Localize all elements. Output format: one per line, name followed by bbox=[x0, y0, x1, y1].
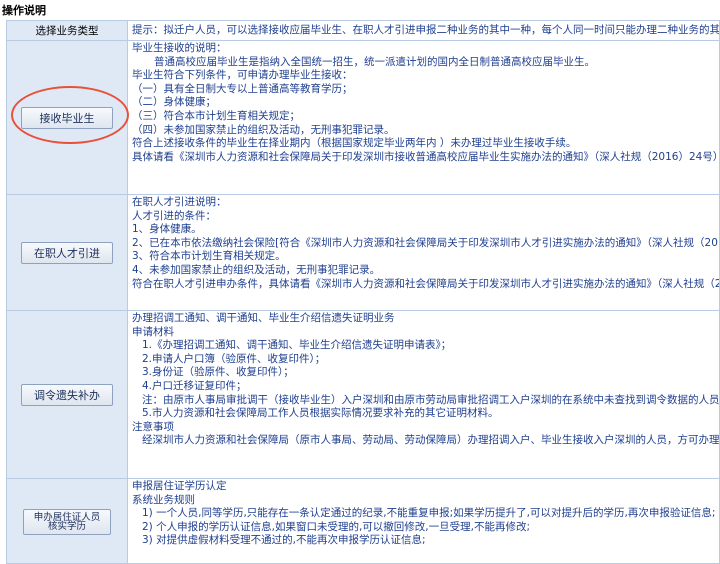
text-line: 经深圳市人力资源和社会保障局（原市人事局、劳动局、劳动保障局）办理招调入户、毕业… bbox=[142, 434, 719, 447]
text-line: 毕业生符合下列条件，可申请办理毕业生接收： bbox=[132, 69, 353, 82]
page-title: 操作说明 bbox=[2, 4, 46, 17]
section-residence-permit-text: 申报居住证学历认定 系统业务规则 1) 一个人员,同等学历,只能存在一条认定通过… bbox=[128, 479, 719, 563]
section-graduate-cell: 接收毕业生 bbox=[7, 41, 129, 194]
section-graduate: 接收毕业生 毕业生接收的说明： 普通高校应届毕业生是指纳入全国统一招生，统一派遣… bbox=[7, 41, 719, 195]
text-line: 申报居住证学历认定 bbox=[132, 480, 227, 492]
section-lost-order: 调令遗失补办 办理招调工通知、调干通知、毕业生介绍信遗失证明业务 申请材料 1.… bbox=[7, 311, 719, 479]
talent-introduction-button[interactable]: 在职人才引进 bbox=[21, 241, 113, 264]
business-type-table: 选择业务类型 提示：拟迁户人员，可以选择接收应届毕业生、在职人才引进申报二种业务… bbox=[6, 20, 720, 564]
section-residence-permit-cell: 申办居住证人员核实学历 bbox=[7, 479, 128, 563]
text-line: 符合在职人才引进申办条件，具体请看《深圳市人力资源和社会保障局关于印发深圳市人才… bbox=[132, 277, 719, 290]
text-line: 符合上述接收条件的毕业生在择业期内（根据国家规定毕业两年内 ）未办理过毕业生接收… bbox=[132, 137, 577, 150]
text-line: 2.申请人户口簿（验原件、收复印件）； bbox=[142, 352, 326, 365]
header-label: 选择业务类型 bbox=[7, 21, 128, 40]
section-talent-cell: 在职人才引进 bbox=[7, 195, 128, 310]
text-line: （三）符合本市计划生育相关规定； bbox=[132, 109, 300, 122]
text-line: 注意事项 bbox=[132, 420, 174, 433]
text-line: 1.《办理招调工通知、调干通知、毕业生介绍信遗失证明申请表》； bbox=[142, 339, 452, 352]
section-lost-order-cell: 调令遗失补办 bbox=[7, 311, 128, 478]
text-line: 2、已在本市依法缴纳社会保险[符合《深圳市人力资源和社会保障局关于印发深圳市人才… bbox=[132, 236, 719, 249]
section-talent-text: 在职人才引进说明： 人才引进的条件： 1、身体健康。 2、已在本市依法缴纳社会保… bbox=[128, 195, 719, 310]
text-line: 5.市人力资源和社会保障局工作人员根据实际情况要求补充的其它证明材料。 bbox=[142, 407, 499, 420]
text-line: 办理招调工通知、调干通知、毕业生介绍信遗失证明业务 bbox=[132, 312, 395, 324]
text-line: （四）未参加国家禁止的组织及活动，无刑事犯罪记录。 bbox=[132, 123, 395, 136]
text-line: 3、符合本市计划生育相关规定。 bbox=[132, 250, 286, 263]
text-line: 具体请看《深圳市人力资源和社会保障局关于印发深圳市接收普通高校应届毕业生实施办法… bbox=[132, 150, 719, 163]
text-line: 人才引进的条件： bbox=[132, 209, 216, 222]
text-line: （一）具有全日制大专以上普通高等教育学历； bbox=[132, 82, 353, 95]
receive-graduate-button[interactable]: 接收毕业生 bbox=[21, 106, 113, 129]
text-line: 3) 对提供虚假材料受理不通过的,不能再次申报学历认证信息; bbox=[142, 534, 426, 547]
text-line: 系统业务规则 bbox=[132, 493, 195, 506]
text-line: 注：由原市人事局审批调干（接收毕业生）入户深圳和由原市劳动局审批招调工入户深圳的… bbox=[142, 393, 719, 406]
text-line: 2) 个人申报的学历认证信息,如果窗口未受理的,可以撤回修改,一旦受理,不能再修… bbox=[142, 520, 531, 533]
text-line: 1) 一个人员,同等学历,只能存在一条认定通过的纪录,不能重复申报;如果学历提升… bbox=[142, 507, 716, 520]
table-header-row: 选择业务类型 提示：拟迁户人员，可以选择接收应届毕业生、在职人才引进申报二种业务… bbox=[7, 21, 719, 41]
header-tip: 提示：拟迁户人员，可以选择接收应届毕业生、在职人才引进申报二种业务的其中一种，每… bbox=[132, 23, 719, 36]
section-lost-order-text: 办理招调工通知、调干通知、毕业生介绍信遗失证明业务 申请材料 1.《办理招调工通… bbox=[128, 311, 719, 478]
text-line: 4、未参加国家禁止的组织及活动，无刑事犯罪记录。 bbox=[132, 263, 381, 276]
text-line: 4.户口迁移证复印件； bbox=[142, 379, 247, 392]
text-line: 普通高校应届毕业生是指纳入全国统一招生，统一派遣计划的国内全日制普通高校应届毕业… bbox=[154, 55, 595, 68]
section-residence-permit: 申办居住证人员核实学历 申报居住证学历认定 系统业务规则 1) 一个人员,同等学… bbox=[7, 479, 719, 563]
section-graduate-text: 毕业生接收的说明： 普通高校应届毕业生是指纳入全国统一招生，统一派遣计划的国内全… bbox=[128, 41, 719, 194]
text-line: 在职人才引进说明： bbox=[132, 196, 227, 208]
lost-order-reissue-button[interactable]: 调令遗失补办 bbox=[21, 383, 113, 406]
text-line: （二）身体健康； bbox=[132, 96, 216, 109]
text-line: 1、身体健康。 bbox=[132, 223, 202, 236]
text-line: 毕业生接收的说明： bbox=[132, 42, 227, 54]
text-line: 申请材料 bbox=[132, 325, 174, 338]
section-talent: 在职人才引进 在职人才引进说明： 人才引进的条件： 1、身体健康。 2、已在本市… bbox=[7, 195, 719, 311]
residence-education-verify-button[interactable]: 申办居住证人员核实学历 bbox=[23, 509, 111, 535]
text-line: 3.身份证（验原件、收复印件）； bbox=[142, 366, 294, 379]
